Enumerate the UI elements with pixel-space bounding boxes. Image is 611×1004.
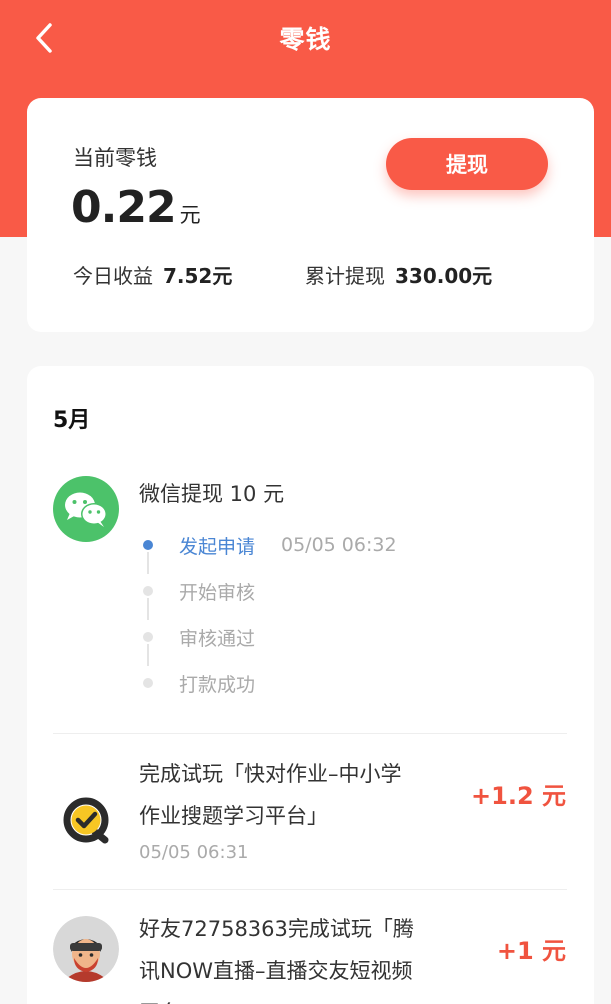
record-description: 好友72758363完成试玩「腾 讯NOW直播–直播交友短视频 平台」 [139, 908, 449, 1004]
timeline-step-label: 开始审核 [179, 581, 256, 604]
balance-card: 当前零钱 0.22 元 提现 今日收益 7.52元 累计提现 330.00元 [27, 98, 594, 332]
total-withdrawn: 累计提现 330.00元 [305, 260, 492, 289]
month-heading: 5月 [53, 408, 91, 433]
balance-label: 当前零钱 [73, 146, 157, 170]
record-amount: +1 元 [496, 937, 566, 965]
withdraw-button[interactable]: 提现 [386, 138, 548, 190]
record-description: 完成试玩「快对作业–中小学 作业搜题学习平台」 [139, 753, 449, 837]
record-amount: +1.2 元 [471, 782, 566, 810]
timeline-dot [143, 632, 153, 642]
record-description-line: 完成试玩「快对作业–中小学 [139, 762, 402, 786]
record-description-line: 讯NOW直播–直播交友短视频 [139, 959, 413, 983]
balance-value: 0.22 [71, 182, 177, 233]
wechat-icon [53, 476, 119, 542]
records-card: 5月 微信提现 10 元 发起申请 05/05 06:32 开始审核 审核通过 … [27, 366, 594, 1004]
today-earnings-value: 7.52元 [163, 264, 233, 288]
today-earnings-label: 今日收益 [73, 264, 153, 288]
timeline-dot-active [143, 540, 153, 550]
timeline-step-time: 05/05 06:32 [281, 534, 397, 556]
withdrawal-title: 微信提现 10 元 [139, 482, 285, 506]
kuaidui-app-icon [53, 788, 119, 854]
friend-avatar [53, 916, 119, 982]
nav-bar: 零钱 [0, 0, 611, 80]
timeline-dot [143, 678, 153, 688]
timeline-connector [147, 598, 149, 620]
total-withdrawn-label: 累计提现 [305, 264, 385, 288]
timeline-step-label: 打款成功 [179, 673, 256, 696]
record-description-line: 作业搜题学习平台」 [139, 804, 328, 828]
record-time: 05/05 06:31 [139, 842, 249, 863]
timeline-connector [147, 644, 149, 666]
balance-value-row: 0.22 元 [71, 182, 201, 233]
record-description-line: 好友72758363完成试玩「腾 [139, 917, 414, 941]
total-withdrawn-value: 330.00元 [395, 264, 493, 288]
divider [53, 889, 567, 890]
divider [53, 733, 567, 734]
balance-unit: 元 [179, 203, 201, 227]
timeline-step-label: 发起申请 [179, 535, 256, 558]
timeline-connector [147, 552, 149, 574]
timeline-dot [143, 586, 153, 596]
page-title: 零钱 [279, 25, 332, 54]
timeline-step-label: 审核通过 [179, 627, 256, 650]
record-description-line: 平台」 [139, 992, 449, 1004]
today-earnings: 今日收益 7.52元 [73, 260, 232, 289]
